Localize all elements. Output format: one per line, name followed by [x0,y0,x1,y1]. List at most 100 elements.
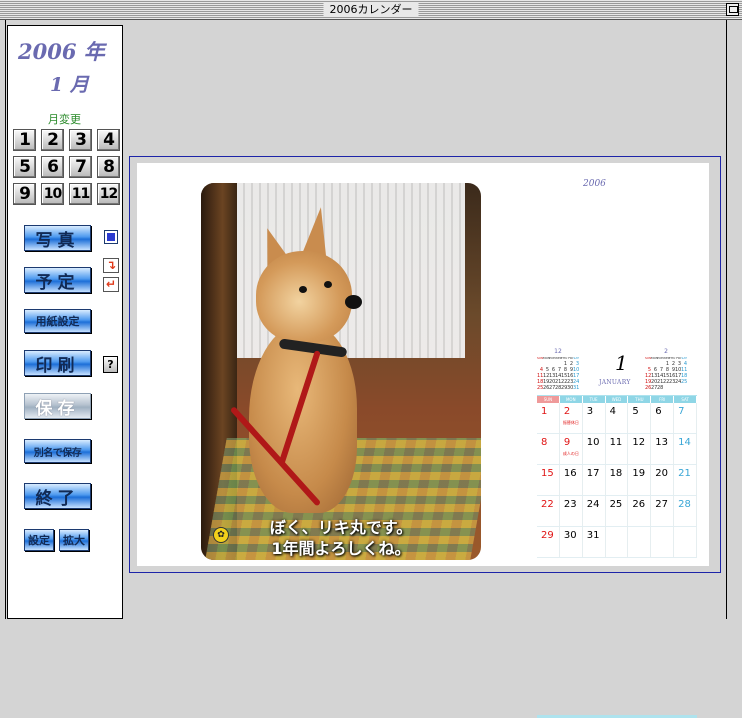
calendar-day-cell[interactable]: 20 [651,465,675,495]
photo-dog-nose [345,295,362,309]
calendar-day-cell[interactable]: 12 [628,434,652,464]
calendar-day-cell[interactable]: 17 [583,465,606,495]
weekday-header: FRI [651,396,675,403]
calendar-day-cell[interactable]: 6 [651,403,675,433]
month-button-8[interactable]: 8 [97,156,120,178]
weekday-header: SUN [537,396,560,403]
settings-button[interactable]: 設定 [24,529,54,551]
month-button-6[interactable]: 6 [41,156,64,178]
calendar-day-cell[interactable]: 14 [674,434,697,464]
calendar-day-cell[interactable]: 2 振替休日 [560,403,583,433]
month-button-4[interactable]: 4 [97,129,120,151]
calendar-day-cell[interactable]: 21 [674,465,697,495]
month-button-9[interactable]: 9 [13,183,36,205]
window-frame-right [726,20,742,619]
calendar-week-row: 8 9 成人の日 10 11 12 13 14 [537,434,697,465]
calendar-day-cell[interactable]: 10 [583,434,606,464]
month-button-11[interactable]: 11 [69,183,92,205]
month-button-2[interactable]: 2 [41,129,64,151]
help-icon[interactable]: ? [103,356,118,373]
calendar-week-row: 22 23 24 25 26 27 28 [537,496,697,527]
calendar-canvas: ✿ ぼく、リキ丸です。 1年間よろしくね。 2006 12 SUN MON TUE WE… [129,156,721,718]
redo-arrow-icon[interactable]: ↴ [103,258,119,273]
calendar-page[interactable]: ✿ ぼく、リキ丸です。 1年間よろしくね。 2006 12 SUN MON TUE WE… [137,163,709,718]
month-button-10[interactable]: 10 [41,183,64,205]
calendar-day-cell[interactable]: 19 [628,465,652,495]
month-name: JANUARY [599,379,631,386]
weekday-header: THU [628,396,652,403]
photo-dog-eye-left [299,286,307,293]
calendar-day-cell[interactable]: 25 [606,496,629,526]
window-title: 2006カレンダー [323,3,419,16]
paper-setup-button[interactable]: 用紙設定 [24,309,91,333]
print-button[interactable]: 印刷 [24,350,91,376]
mini-week-row: 25 26 27 28 29 30 31 [537,385,579,391]
calendar-day-cell[interactable]: 7 [674,403,697,433]
dog-photo[interactable]: ✿ ぼく、リキ丸です。 1年間よろしくね。 [201,183,481,560]
weekday-header: WED [605,396,629,403]
month-button-1[interactable]: 1 [13,129,36,151]
year-label: 2006 年 [18,39,105,64]
calendar-day-cell[interactable]: 3 [583,403,606,433]
photo-dog-head [256,251,352,343]
calendar-day-cell[interactable]: 1 [537,403,560,433]
holiday-label: 成人の日 [562,451,579,456]
calendar-day-cell[interactable]: 28 [674,496,697,526]
month-button-7[interactable]: 7 [69,156,92,178]
undo-arrow-icon[interactable]: ↵ [103,277,119,292]
save-as-button[interactable]: 別名で保存 [24,439,91,463]
photo-caption-line-2: 1年間よろしくね。 [271,539,411,558]
calendar-day-cell[interactable]: 9 成人の日 [560,434,583,464]
calendar-day-cell[interactable]: 24 [583,496,606,526]
save-button[interactable]: 保存 [24,393,91,419]
calendar-day-cell[interactable]: 8 [537,434,560,464]
schedule-button[interactable]: 予定 [24,267,91,293]
calendar-day-cell[interactable]: 16 [560,465,583,495]
calendar-day-cell[interactable]: 26 [628,496,652,526]
calendar-day-cell[interactable]: 31 [583,527,606,557]
bottom-area [124,579,726,619]
month-change-label: 月変更 [48,113,81,126]
calendar-day-cell[interactable]: 22 [537,496,560,526]
calendar-day-cell [651,527,675,557]
weekday-header: MON [559,396,583,403]
holiday-label: 振替休日 [562,420,579,425]
calendar-day-cell [606,527,629,557]
photo-button[interactable]: 写真 [24,225,91,251]
month-button-12[interactable]: 12 [97,183,120,205]
prev-month-mini-calendar: 12 SUN MON TUE WED THU FRI SAT 1 2 3 4 5 6 7 8 9 10 11 12 13… [537,349,579,392]
calendar-week-row: 29 30 31 [537,527,697,558]
weekday-header: TUE [582,396,606,403]
month-button-3[interactable]: 3 [69,129,92,151]
photo-dog-eye-right [324,281,332,288]
calendar-day-cell[interactable]: 15 [537,465,560,495]
weekday-header-row: SUN MON TUE WED THU FRI SAT [537,396,697,403]
month-button-5[interactable]: 5 [13,156,36,178]
calendar-day-cell[interactable]: 29 [537,527,560,557]
calendar-day-cell[interactable]: 30 [560,527,583,557]
calendar-day-cell[interactable]: 27 [651,496,675,526]
square-icon[interactable] [104,230,118,244]
month-label: 1 月 [50,74,89,96]
calendar-day-cell[interactable]: 18 [606,465,629,495]
control-sidebar: 2006 年 1 月 月変更 1 2 3 4 5 6 7 8 9 10 11 1… [7,25,123,619]
mini-day: 31 [573,385,580,391]
mini-week-row: 26 27 28 [645,385,687,391]
zoom-box-icon[interactable] [726,3,739,16]
calendar-week-row: 15 16 17 18 19 20 21 [537,465,697,496]
calendar-day-cell[interactable]: 13 [651,434,675,464]
calendar-week-row: 1 2 振替休日 3 4 5 6 7 [537,403,697,434]
title-bar[interactable]: 2006カレンダー [0,0,742,20]
calendar-day-cell[interactable]: 5 [628,403,652,433]
month-selector: 1 2 3 4 5 6 7 8 9 10 11 12 [13,129,122,205]
calendar-day-cell[interactable]: 4 [606,403,629,433]
quit-button[interactable]: 終了 [24,483,91,509]
zoom-button[interactable]: 拡大 [59,529,89,551]
calendar-day-cell[interactable]: 23 [560,496,583,526]
next-month-mini-calendar: 2 SUN MON TUE WED THU FRI SAT 1 2 3 4 5 6 7 8 9 10 11 12 13 1… [645,349,687,392]
month-number: 1 [615,351,628,375]
calendar-year: 2006 [583,179,606,189]
calendar-day-cell [628,527,652,557]
weekday-header: SAT [674,396,697,403]
calendar-day-cell[interactable]: 11 [606,434,629,464]
